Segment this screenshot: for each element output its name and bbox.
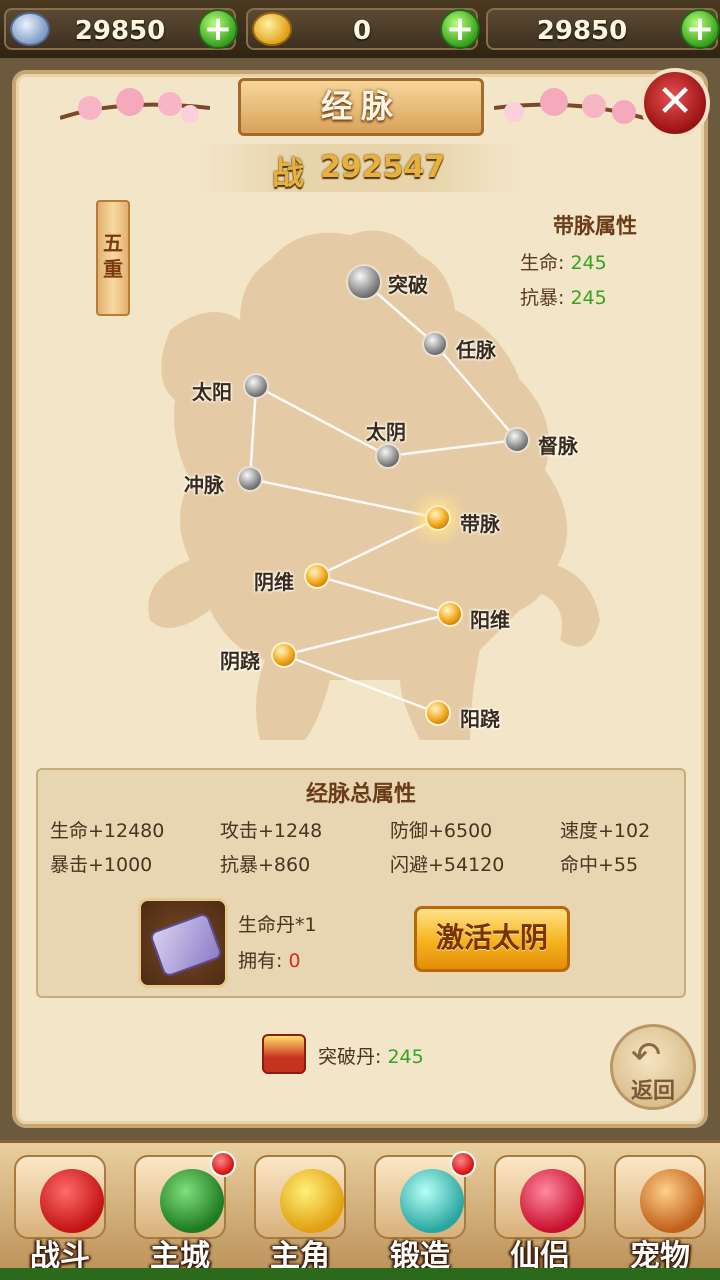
add-third-button[interactable]: +	[680, 9, 720, 49]
power-value: 292547	[320, 150, 446, 185]
gold-counter: 0 +	[246, 8, 480, 50]
nav-forge[interactable]: 锻造	[364, 1151, 476, 1274]
owned-label: 拥有:	[238, 950, 283, 972]
selected-meridian-attributes: 带脉属性 生命: 245 抗暴: 245	[520, 210, 670, 310]
breaker-label: 突破丹:	[318, 1046, 382, 1068]
hammer-icon	[400, 1169, 464, 1233]
nav-hero[interactable]: 主角	[244, 1151, 356, 1274]
heart-icon	[520, 1169, 584, 1233]
node-label: 太阳	[192, 380, 232, 404]
stat-item: 生命+12480	[50, 820, 165, 842]
life-pill-icon	[148, 911, 224, 979]
city-gate-icon	[160, 1169, 224, 1233]
activate-button[interactable]: 激活太阴	[414, 906, 570, 972]
life-pill-item[interactable]	[138, 898, 228, 988]
red-warrior-icon	[40, 1169, 104, 1233]
third-counter: 29850 +	[486, 8, 720, 50]
nav-city[interactable]: 主城	[124, 1151, 236, 1274]
stat-item: 闪避+54120	[390, 854, 505, 876]
nav-pet[interactable]: 宠物	[604, 1151, 716, 1274]
attr-value: 245	[570, 287, 607, 309]
item-name: 生命丹*1	[238, 914, 317, 936]
tier-tag: 五重	[96, 200, 130, 316]
treasure-chest-icon	[262, 1034, 306, 1074]
node-yangqiao[interactable]	[425, 700, 451, 726]
node-label: 阳维	[470, 608, 510, 632]
node-label: 冲脉	[184, 473, 224, 497]
node-label: 阴跷	[220, 649, 260, 673]
stat-item: 命中+55	[560, 854, 639, 876]
totals-title: 经脉总属性	[305, 782, 416, 807]
stat-item: 暴击+1000	[50, 854, 153, 876]
gold-amount: 0	[352, 16, 372, 46]
panel-title-plate: 经脉	[238, 78, 484, 136]
silver-ingot-icon	[10, 12, 50, 46]
gold-ingot-icon	[252, 12, 292, 46]
total-attributes-panel: 经脉总属性 生命+12480 攻击+1248 防御+6500 速度+102 暴击…	[36, 768, 686, 998]
silver-counter: 29850 +	[4, 8, 238, 50]
node-label: 带脉	[460, 512, 500, 536]
attr-value: 245	[570, 252, 607, 274]
stat-item: 速度+102	[560, 820, 651, 842]
monkey-icon	[640, 1169, 704, 1233]
back-arrow-icon: ↶	[631, 1035, 662, 1076]
hero-face-icon	[280, 1169, 344, 1233]
add-gold-button[interactable]: +	[440, 9, 480, 49]
node-label: 任脉	[456, 338, 496, 362]
breaker-text: 突破丹: 245	[318, 1042, 424, 1069]
node-label: 阴维	[254, 570, 294, 594]
cherry-blossom-icon	[60, 88, 210, 123]
node-yangwei[interactable]	[437, 601, 463, 627]
close-button[interactable]: ✕	[640, 68, 710, 138]
node-taiyin[interactable]	[375, 443, 401, 469]
attr-row: 生命: 245	[520, 248, 670, 275]
nav-partner[interactable]: 仙侣	[484, 1151, 596, 1274]
node-chongmai[interactable]	[237, 466, 263, 492]
attr-label: 抗暴:	[520, 287, 565, 309]
item-owned: 拥有: 0	[238, 946, 301, 973]
power-label: 战	[272, 154, 305, 192]
node-renmai[interactable]	[422, 331, 448, 357]
node-label: 突破	[388, 273, 428, 297]
stat-item: 防御+6500	[390, 820, 493, 842]
add-silver-button[interactable]: +	[198, 9, 238, 49]
bottom-nav: 战斗 主城 主角 锻造 仙侣 宠物	[0, 1140, 720, 1280]
breaker-value: 245	[387, 1046, 424, 1068]
third-amount: 29850	[536, 16, 628, 46]
panel-title: 经脉	[320, 87, 401, 125]
attr-row: 抗暴: 245	[520, 283, 670, 310]
silver-amount: 29850	[74, 16, 166, 46]
back-button[interactable]: ↶ 返回	[610, 1024, 696, 1110]
node-taiyang[interactable]	[243, 373, 269, 399]
owned-value: 0	[288, 950, 301, 972]
nav-battle[interactable]: 战斗	[4, 1151, 116, 1274]
attr-label: 生命:	[520, 252, 565, 274]
combat-power: 战 292547	[200, 144, 520, 192]
attr-title: 带脉属性	[553, 214, 637, 238]
notification-dot	[450, 1151, 476, 1177]
node-label: 太阴	[366, 420, 406, 444]
node-yinqiao[interactable]	[271, 642, 297, 668]
breakthrough-pill-count: 突破丹: 245	[262, 1034, 562, 1074]
node-dumai[interactable]	[504, 427, 530, 453]
stat-item: 攻击+1248	[220, 820, 323, 842]
currency-bar: 29850 + 0 + 29850 +	[0, 0, 720, 58]
node-daimai[interactable]	[425, 505, 451, 531]
node-label: 阳跷	[460, 707, 500, 731]
cherry-blossom-icon	[494, 88, 644, 124]
notification-dot	[210, 1151, 236, 1177]
node-label: 督脉	[538, 434, 578, 458]
back-label: 返回	[630, 1079, 675, 1104]
progress-strip	[0, 1268, 720, 1280]
node-tupo[interactable]	[346, 264, 382, 300]
node-yinwei[interactable]	[304, 563, 330, 589]
stat-item: 抗暴+860	[220, 854, 311, 876]
